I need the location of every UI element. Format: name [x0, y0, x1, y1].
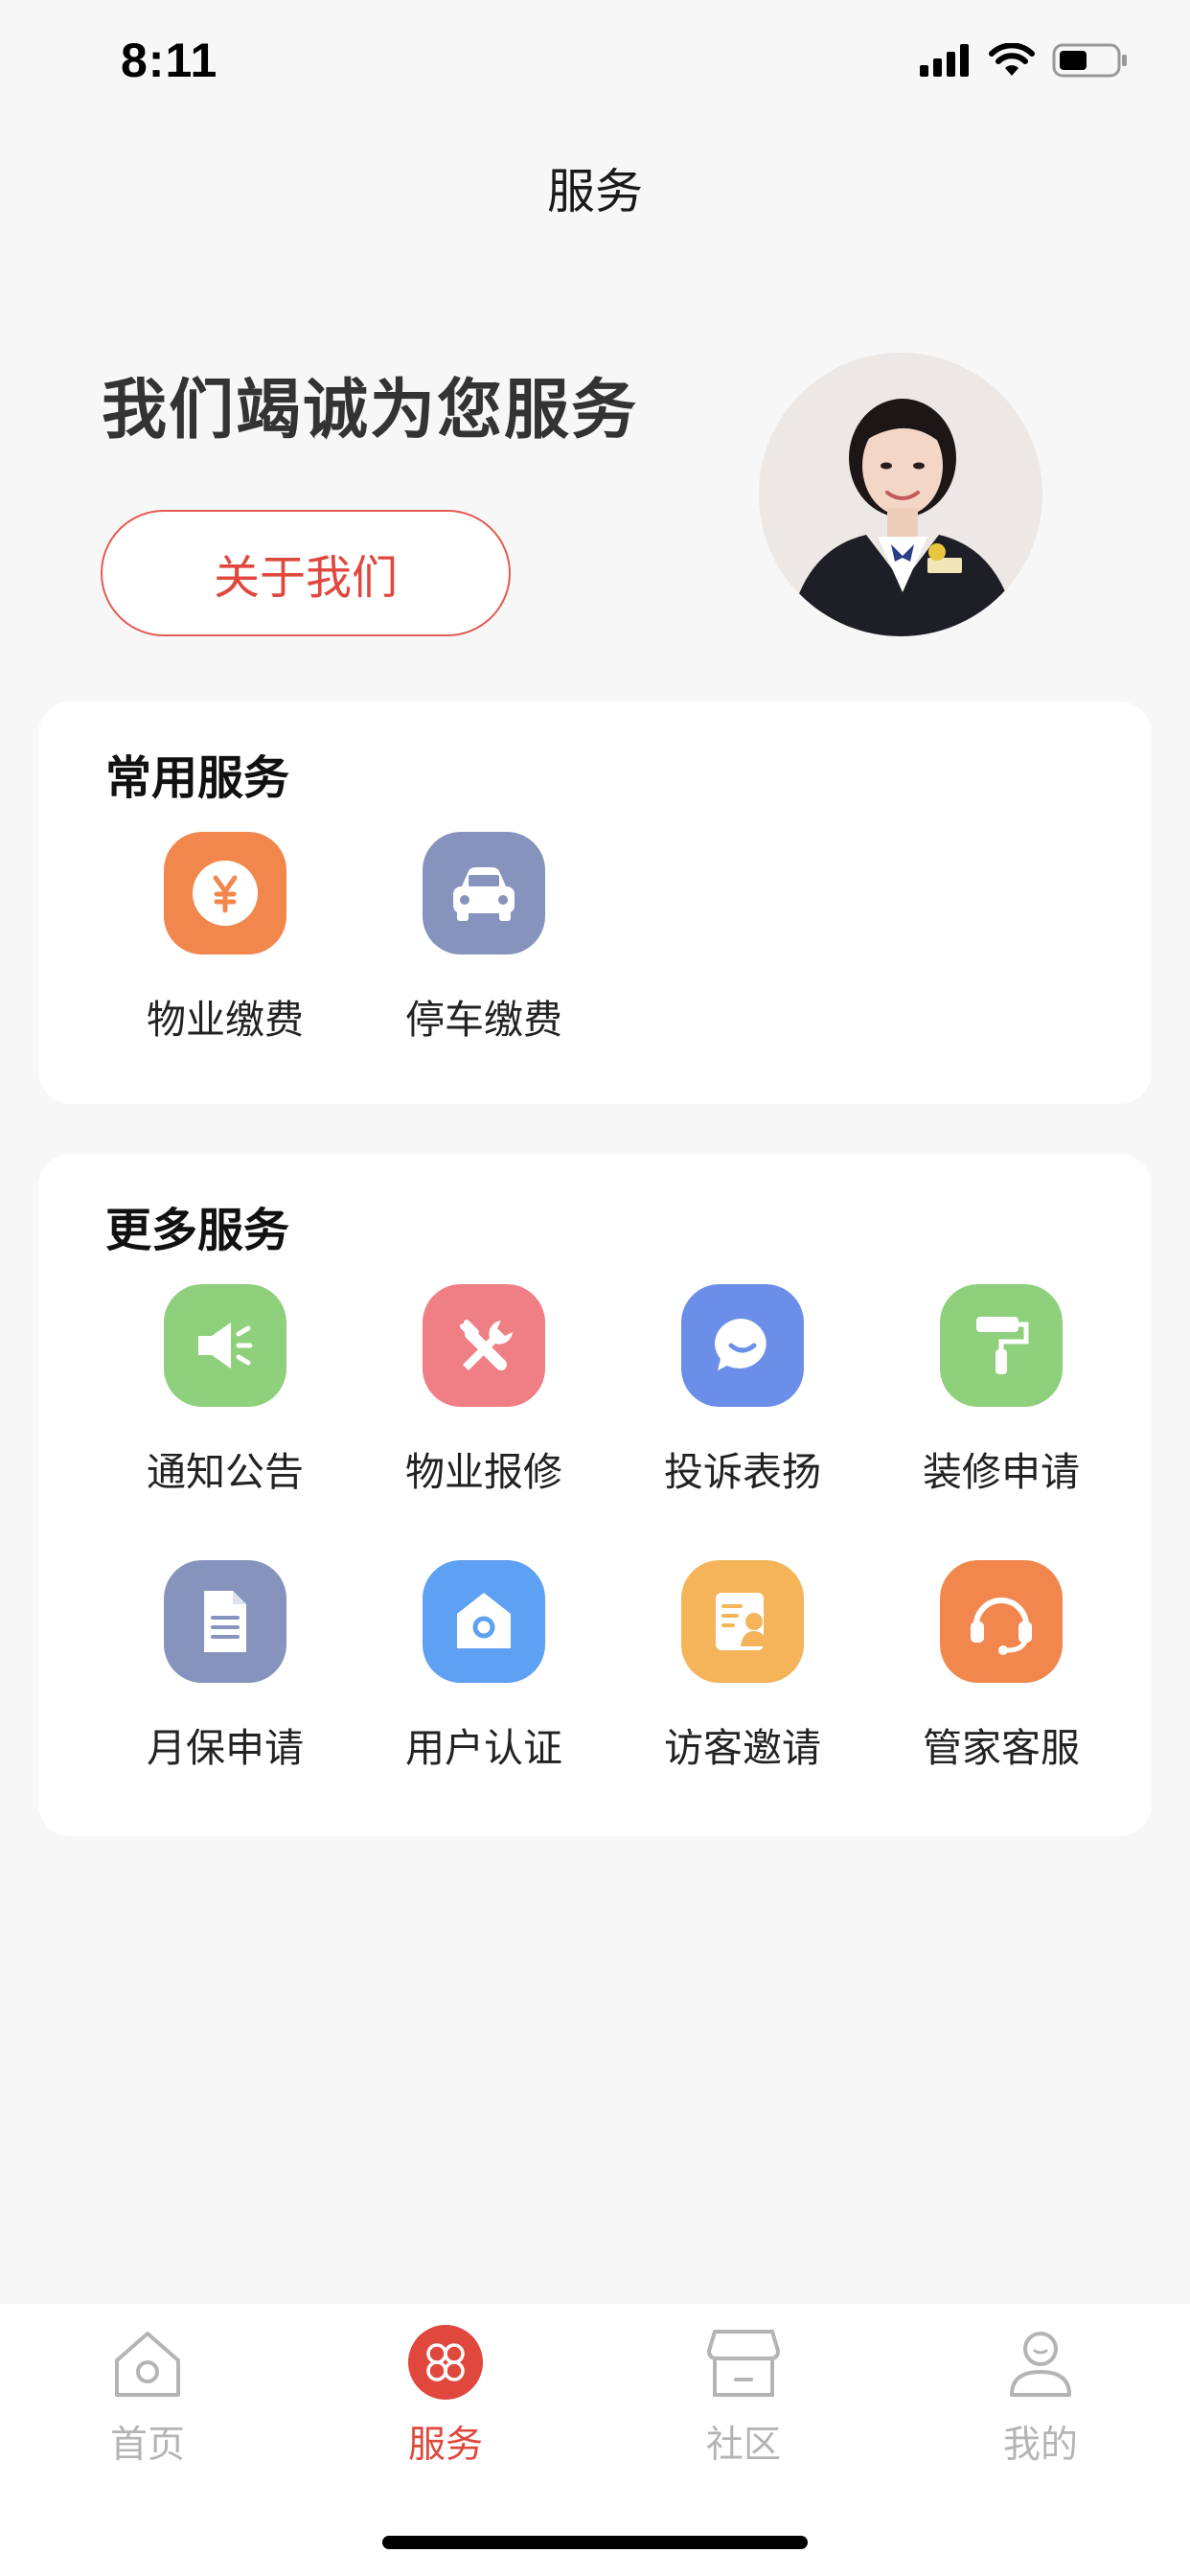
- tab-profile[interactable]: 我的: [935, 2323, 1146, 2469]
- avatar: [759, 353, 1042, 636]
- yuan-coin-icon: [164, 832, 286, 954]
- wrench-screwdriver-icon: [423, 1284, 545, 1407]
- common-services-card: 常用服务 物业缴费 停车缴费: [38, 702, 1152, 1104]
- shop-icon: [704, 2323, 783, 2402]
- signal-icon: [920, 44, 972, 80]
- tab-community[interactable]: 社区: [638, 2323, 849, 2469]
- hero-heading: 我们竭诚为您服务: [102, 373, 639, 448]
- car-icon: [423, 832, 545, 954]
- status-bar: 8:11: [0, 0, 1190, 126]
- battery-icon: [1052, 42, 1129, 82]
- service-label: 用户认证: [405, 1725, 562, 1771]
- home-icon: [108, 2323, 187, 2402]
- services-icon: [406, 2323, 485, 2402]
- service-notice[interactable]: 通知公告: [125, 1284, 326, 1497]
- status-time: 8:11: [121, 34, 218, 87]
- status-icons: [920, 42, 1129, 82]
- service-property-fee[interactable]: 物业缴费: [125, 832, 326, 1045]
- about-us-button[interactable]: 关于我们: [101, 510, 511, 636]
- service-parking-fee[interactable]: 停车缴费: [383, 832, 584, 1045]
- tab-label: 社区: [705, 2424, 781, 2467]
- tab-label: 我的: [1002, 2424, 1078, 2467]
- service-feedback[interactable]: 投诉表扬: [642, 1284, 843, 1497]
- service-label: 投诉表扬: [664, 1449, 821, 1495]
- service-label: 装修申请: [923, 1449, 1080, 1495]
- more-services-card: 更多服务 通知公告 物业报修 投诉表扬 装修申请 月保申请 用户认证 访客邀请 …: [38, 1154, 1152, 1836]
- service-renovation[interactable]: 装修申请: [901, 1284, 1102, 1497]
- headset-icon: [940, 1560, 1063, 1683]
- megaphone-icon: [164, 1284, 286, 1407]
- service-label: 停车缴费: [405, 997, 562, 1043]
- tab-home[interactable]: 首页: [42, 2323, 253, 2469]
- paint-roller-icon: [940, 1284, 1063, 1407]
- service-repair[interactable]: 物业报修: [383, 1284, 584, 1497]
- profile-icon: [1001, 2323, 1080, 2402]
- section-title: 常用服务: [105, 751, 290, 805]
- service-butler-support[interactable]: 管家客服: [901, 1560, 1102, 1773]
- section-title: 更多服务: [105, 1204, 290, 1257]
- chat-bubble-icon: [681, 1284, 804, 1407]
- wifi-icon: [989, 42, 1035, 81]
- service-label: 月保申请: [147, 1725, 304, 1771]
- service-monthly-pass[interactable]: 月保申请: [125, 1560, 326, 1773]
- visitor-card-icon: [681, 1560, 804, 1683]
- tab-services[interactable]: 服务: [340, 2323, 551, 2469]
- service-label: 访客邀请: [664, 1725, 821, 1771]
- tab-label: 首页: [109, 2424, 185, 2467]
- service-label: 通知公告: [147, 1449, 304, 1495]
- service-label: 物业报修: [405, 1449, 562, 1495]
- service-visitor-invite[interactable]: 访客邀请: [642, 1560, 843, 1773]
- home-indicator[interactable]: [382, 2536, 808, 2549]
- page-title: 服务: [547, 164, 643, 219]
- service-label: 物业缴费: [147, 997, 304, 1043]
- document-icon: [164, 1560, 286, 1683]
- house-shield-icon: [423, 1560, 545, 1683]
- service-user-verify[interactable]: 用户认证: [383, 1560, 584, 1773]
- tab-label: 服务: [407, 2424, 483, 2467]
- service-label: 管家客服: [923, 1725, 1080, 1771]
